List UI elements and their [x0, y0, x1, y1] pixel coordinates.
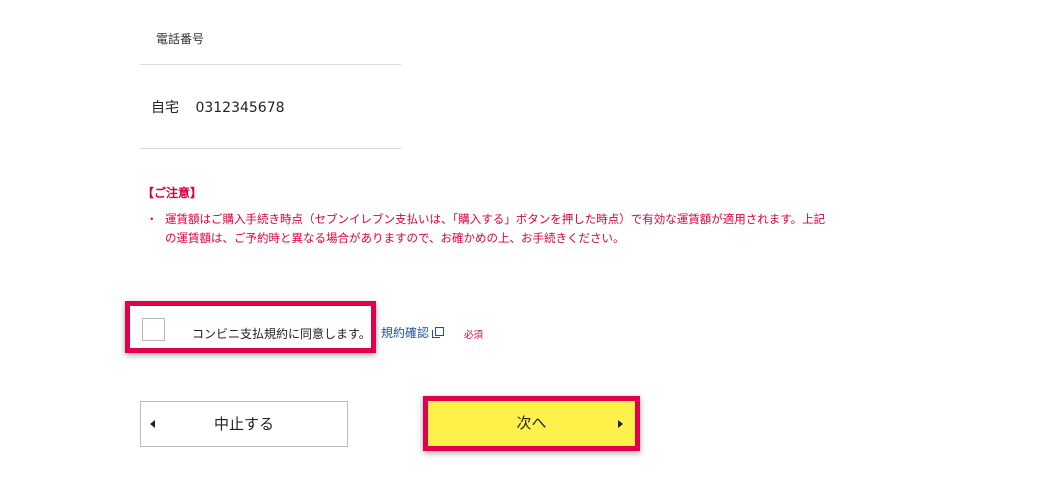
terms-link[interactable]: 規約確認: [381, 324, 445, 341]
next-button-label: 次へ: [516, 414, 547, 432]
phone-type: 自宅: [151, 100, 179, 116]
triangle-left-icon: [150, 420, 155, 428]
payment-confirmation-page: 電話番号 自宅 0312345678 【ご注意】 ・ 運賃額はご購入手続き時点（…: [0, 0, 1064, 478]
external-window-icon: [432, 327, 445, 338]
notice-text: 運賃額はご購入手続き時点（セブンイレブン支払いは、「購入する」ボタンを押した時点…: [165, 212, 826, 245]
phone-row: 自宅 0312345678: [151, 97, 285, 117]
notice-item: ・ 運賃額はご購入手続き時点（セブンイレブン支払いは、「購入する」ボタンを押した…: [146, 210, 836, 248]
phone-section-label: 電話番号: [156, 32, 205, 46]
terms-link-label: 規約確認: [381, 326, 430, 340]
divider-bottom: [140, 148, 401, 149]
notice-list: ・ 運賃額はご購入手続き時点（セブンイレブン支払いは、「購入する」ボタンを押した…: [146, 210, 836, 248]
cancel-button-label: 中止する: [213, 415, 274, 433]
next-button[interactable]: 次へ: [423, 396, 640, 451]
agreement-checkbox[interactable]: [142, 318, 165, 341]
divider-top: [140, 64, 401, 65]
notice-title: 【ご注意】: [142, 186, 203, 200]
cancel-button[interactable]: 中止する: [140, 401, 348, 447]
agreement-highlight-box: コンビニ支払規約に同意します。: [125, 301, 376, 353]
agreement-label[interactable]: コンビニ支払規約に同意します。: [192, 325, 371, 342]
required-badge: 必須: [464, 330, 484, 341]
notice-bullet: ・: [146, 212, 158, 226]
triangle-right-icon: [618, 420, 623, 428]
phone-number: 0312345678: [195, 100, 285, 116]
